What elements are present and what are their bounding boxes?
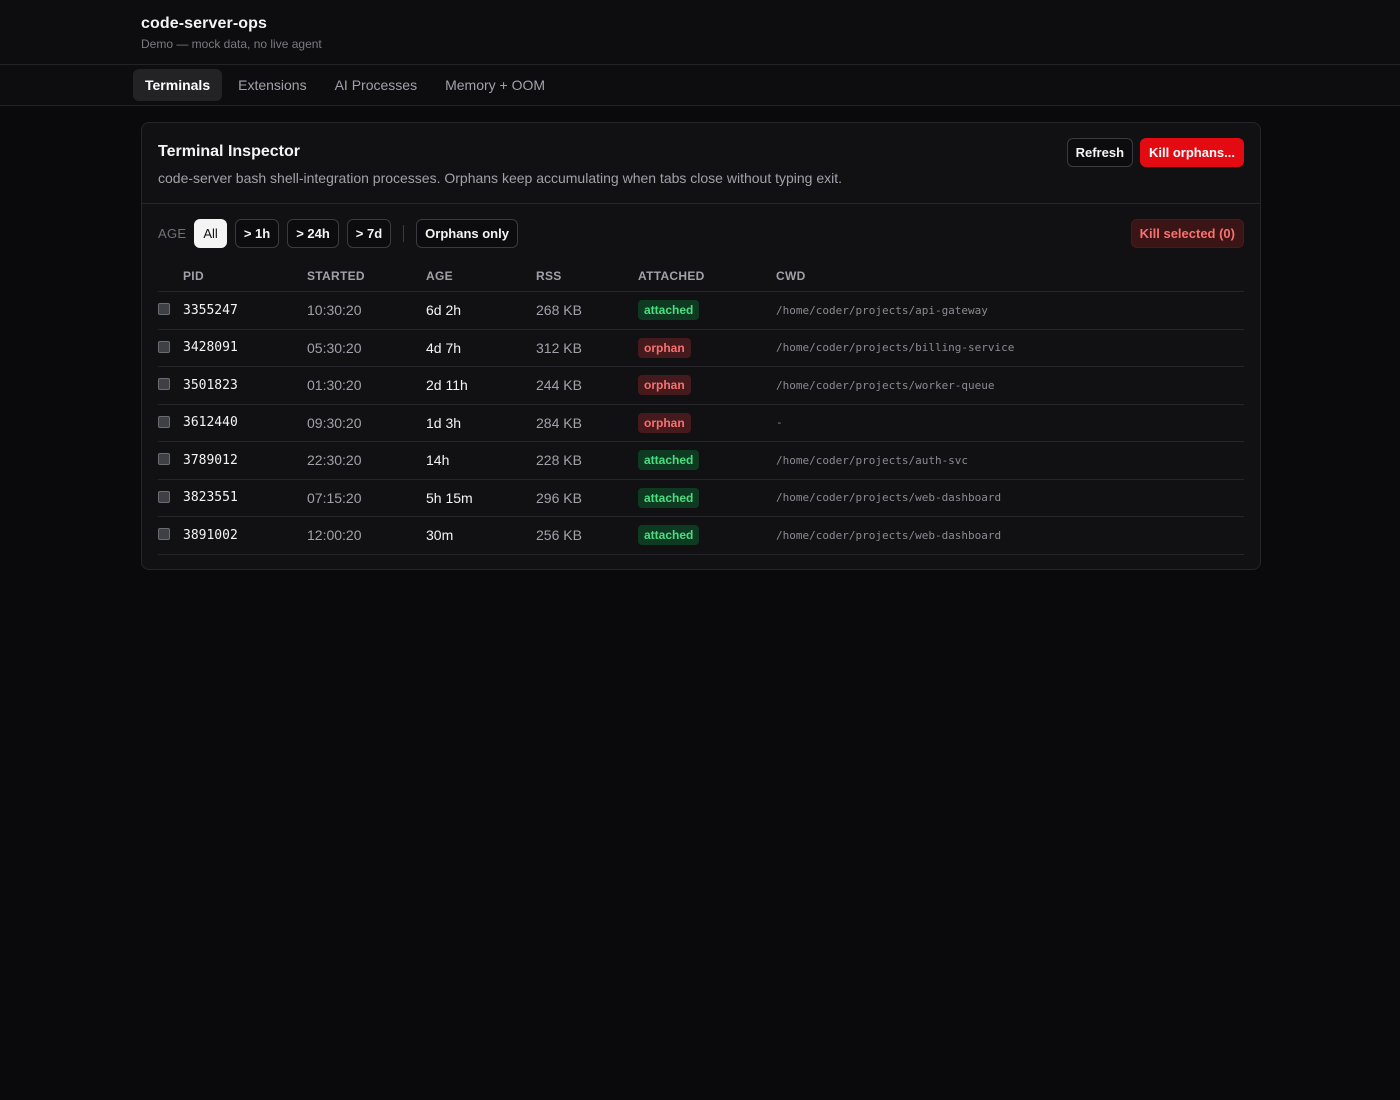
table-row: 3355247 10:30:20 6d 2h 268 KB attached /… — [158, 292, 1244, 330]
row-pid: 3789012 — [183, 452, 238, 468]
filter-divider — [403, 225, 405, 242]
nav-tabs: Terminals Extensions AI Processes Memory… — [0, 65, 1400, 106]
row-cwd: /home/coder/projects/web-dashboard — [776, 491, 1002, 505]
app-subtitle: Demo — mock data, no live agent — [141, 37, 322, 51]
terminals-table: PID STARTED AGE RSS ATTACHED CWD 3355247… — [158, 261, 1244, 555]
tab-memory-oom[interactable]: Memory + OOM — [433, 69, 557, 101]
row-pid: 3823551 — [183, 490, 238, 506]
header-attached: ATTACHED — [638, 269, 705, 283]
row-checkbox[interactable] — [158, 490, 170, 503]
panel-header: Terminal Inspector code-server bash shel… — [142, 123, 1260, 204]
kill-orphans-button[interactable]: Kill orphans... — [1140, 138, 1244, 167]
table-header: PID STARTED AGE RSS ATTACHED CWD — [158, 261, 1244, 292]
row-started: 09:30:20 — [307, 414, 362, 431]
row-pid: 3891002 — [183, 527, 238, 543]
row-started: 10:30:20 — [307, 302, 362, 319]
panel-description: code-server bash shell-integration proce… — [158, 170, 843, 186]
row-checkbox[interactable] — [158, 415, 170, 428]
header-age: AGE — [426, 269, 453, 283]
table-row: 3612440 09:30:20 1d 3h 284 KB orphan - — [158, 405, 1244, 442]
row-rss: 284 KB — [536, 414, 582, 431]
row-started: 22:30:20 — [307, 452, 362, 469]
row-pid: 3501823 — [183, 377, 238, 393]
row-rss: 312 KB — [536, 339, 582, 356]
row-age: 5h 15m — [426, 489, 473, 506]
row-pid: 3612440 — [183, 415, 238, 431]
table-row: 3789012 22:30:20 14h 228 KB attached /ho… — [158, 442, 1244, 480]
age-filter-all[interactable]: All — [194, 219, 227, 248]
row-checkbox[interactable] — [158, 303, 170, 316]
row-cwd: /home/coder/projects/web-dashboard — [776, 528, 1002, 542]
row-age: 14h — [426, 452, 450, 469]
app-header: code-server-ops Demo — mock data, no liv… — [0, 0, 1400, 65]
row-status-badge: attached — [638, 450, 700, 471]
header-cwd: CWD — [776, 269, 806, 283]
row-rss: 268 KB — [536, 302, 582, 319]
row-age: 4d 7h — [426, 339, 462, 356]
header-rss: RSS — [536, 269, 562, 283]
tab-ai-processes[interactable]: AI Processes — [323, 69, 429, 101]
row-rss: 296 KB — [536, 489, 582, 506]
row-status-badge: attached — [638, 525, 700, 546]
row-pid: 3355247 — [183, 302, 238, 318]
row-pid: 3428091 — [183, 340, 238, 356]
row-started: 05:30:20 — [307, 339, 362, 356]
terminal-inspector-panel: Terminal Inspector code-server bash shel… — [141, 122, 1261, 570]
row-status-badge: orphan — [638, 337, 691, 358]
header-started: STARTED — [307, 269, 365, 283]
row-rss: 228 KB — [536, 452, 582, 469]
row-status-badge: orphan — [638, 412, 691, 433]
row-cwd: /home/coder/projects/billing-service — [776, 341, 1015, 355]
filter-bar: AGE All > 1h > 24h > 7d Orphans only Kil… — [158, 219, 1244, 248]
table-row: 3823551 07:15:20 5h 15m 296 KB attached … — [158, 480, 1244, 517]
refresh-button[interactable]: Refresh — [1066, 138, 1134, 167]
row-cwd: /home/coder/projects/worker-queue — [776, 378, 995, 392]
row-status-badge: orphan — [638, 375, 691, 396]
row-started: 12:00:20 — [307, 527, 362, 544]
row-started: 01:30:20 — [307, 377, 362, 394]
table-row: 3501823 01:30:20 2d 11h 244 KB orphan /h… — [158, 367, 1244, 405]
row-age: 30m — [426, 527, 454, 544]
age-filter-7d[interactable]: > 7d — [346, 219, 392, 248]
age-filter-1h[interactable]: > 1h — [234, 219, 280, 248]
row-checkbox[interactable] — [158, 378, 170, 391]
orphans-only-toggle[interactable]: Orphans only — [416, 219, 518, 248]
header-pid: PID — [183, 269, 204, 283]
app-title: code-server-ops — [141, 15, 267, 32]
row-cwd: - — [776, 416, 783, 430]
row-checkbox[interactable] — [158, 340, 170, 353]
age-filter-label: AGE — [158, 226, 187, 241]
row-checkbox[interactable] — [158, 453, 170, 466]
row-status-badge: attached — [638, 487, 700, 508]
row-age: 6d 2h — [426, 302, 462, 319]
row-status-badge: attached — [638, 300, 700, 321]
row-age: 1d 3h — [426, 414, 462, 431]
table-row: 3428091 05:30:20 4d 7h 312 KB orphan /ho… — [158, 330, 1244, 367]
table-row: 3891002 12:00:20 30m 256 KB attached /ho… — [158, 517, 1244, 555]
row-cwd: /home/coder/projects/api-gateway — [776, 303, 988, 317]
row-age: 2d 11h — [426, 377, 468, 394]
row-checkbox[interactable] — [158, 528, 170, 541]
tab-extensions[interactable]: Extensions — [226, 69, 318, 101]
kill-selected-button[interactable]: Kill selected (0) — [1130, 219, 1244, 248]
panel-actions: Refresh Kill orphans... — [1066, 138, 1244, 167]
row-rss: 256 KB — [536, 527, 582, 544]
row-started: 07:15:20 — [307, 489, 362, 506]
row-rss: 244 KB — [536, 377, 582, 394]
age-filter-24h[interactable]: > 24h — [287, 219, 339, 248]
tab-terminals[interactable]: Terminals — [133, 69, 223, 101]
row-cwd: /home/coder/projects/auth-svc — [776, 453, 969, 467]
